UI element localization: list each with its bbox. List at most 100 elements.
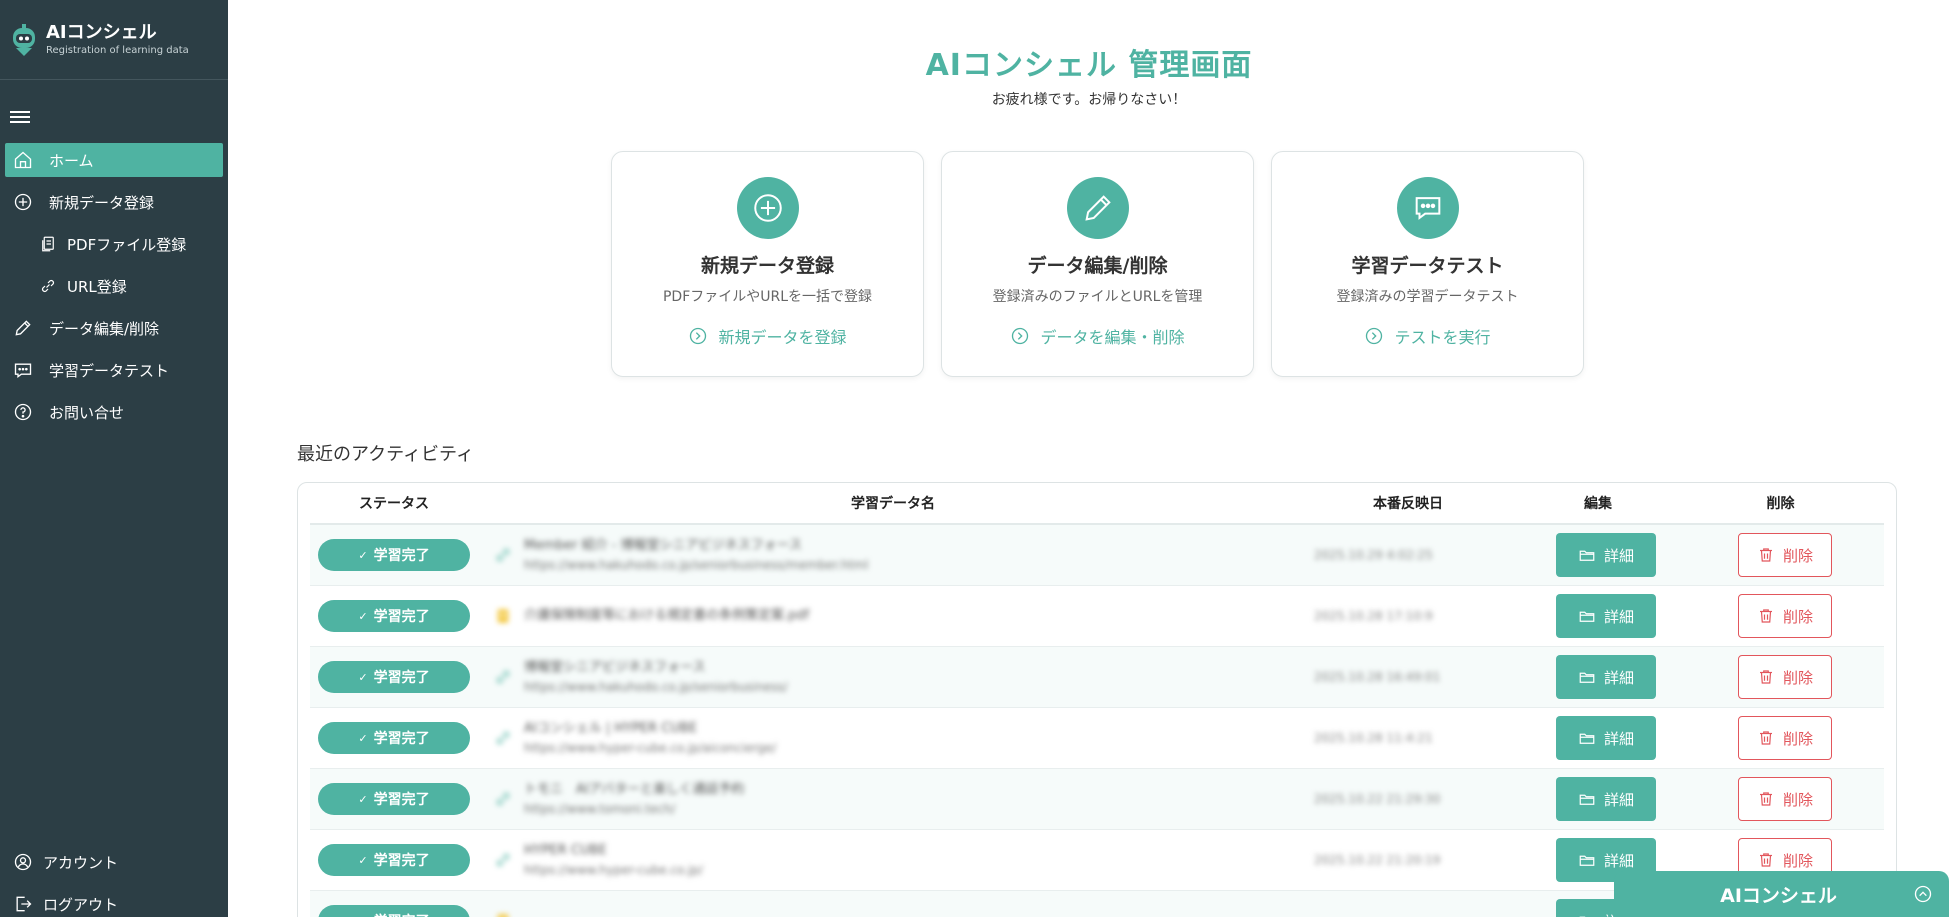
chat-widget[interactable]: AIコンシェル: [1614, 871, 1949, 917]
name-block: 博報堂シニアビジネスフォース https://www.hakuhodo.co.jp…: [524, 658, 788, 696]
table-row: ✓ 学習完了 トモニ AIアバターと楽しく通話予約 https://www.tomon…: [310, 769, 1884, 830]
delete-button-label: 削除: [1782, 607, 1813, 626]
status-badge: ✓学習完了: [318, 905, 470, 917]
status-cell: ✓ 学習完了: [310, 539, 478, 571]
column-header-edit: 編集: [1584, 496, 1612, 512]
recent-activity-title: 最近のアクティビティ: [297, 444, 474, 465]
sidebar-item-pdf-upload[interactable]: PDFファイル登録: [5, 227, 223, 261]
activity-table: ステータス 学習データ名 本番反映日 編集 削除 ✓ 学習完了 Member 紹介 …: [297, 482, 1897, 917]
data-name-text: 博報堂シニアビジネスフォース: [524, 660, 706, 675]
card-description: 登録済みの学習データテスト: [1336, 289, 1519, 305]
trash-icon: [1759, 548, 1772, 562]
folder-icon: [1579, 550, 1595, 561]
delete-button[interactable]: 削除: [1738, 533, 1832, 577]
edit-cell: 詳細: [1508, 533, 1688, 577]
folder-icon: [1579, 672, 1595, 683]
delete-button[interactable]: 削除: [1738, 777, 1832, 821]
edit-cell: 詳細: [1508, 594, 1688, 638]
detail-button-label: 詳細: [1603, 851, 1634, 870]
sidebar-item-home[interactable]: ホーム: [5, 143, 223, 177]
sidebar-item-label: データ編集/削除: [49, 319, 160, 338]
brand[interactable]: AIコンシェル Registration of learning data: [0, 0, 228, 80]
sidebar-bottom-nav: アカウント ログアウト: [0, 845, 228, 917]
status-cell: ✓ 学習完了: [310, 722, 478, 754]
sidebar-item-label: アカウント: [43, 853, 119, 872]
card-edit-delete[interactable]: データ編集/削除 登録済みのファイルとURLを管理 データを編集・削除: [941, 151, 1254, 377]
link-icon: [496, 731, 510, 745]
card-link-learning-test[interactable]: テストを実行: [1364, 324, 1491, 348]
detail-button[interactable]: 詳細: [1556, 716, 1656, 760]
card-title: データ編集/削除: [1027, 255, 1168, 277]
delete-button-label: 削除: [1782, 668, 1813, 687]
card-icon-circle: [736, 177, 799, 239]
sidebar-item-label: ログアウト: [43, 895, 119, 914]
delete-cell: 削除: [1688, 716, 1873, 760]
name-cell: AIコンシェル | HYPER CUBE https://www.hyper-cu…: [478, 719, 1308, 757]
action-cards: 新規データ登録 PDFファイルやURLを一括で登録 新規データを登録 データ編集…: [611, 151, 1584, 377]
check-icon: ✓: [358, 670, 368, 684]
sidebar-item-new-data[interactable]: 新規データ登録: [5, 185, 223, 219]
link-icon: [41, 279, 55, 293]
card-learning-test[interactable]: 学習データテスト 登録済みの学習データテスト テストを実行: [1271, 151, 1584, 377]
name-cell: Member 紹介 - 博報堂シニアビジネスフォース https://www.ha…: [478, 536, 1308, 574]
help-icon: [14, 403, 32, 421]
file-icon: [42, 236, 54, 252]
column-header-delete: 削除: [1766, 496, 1795, 512]
page-subtitle: お疲れ様です。お帰りなさい！: [991, 92, 1187, 108]
delete-button[interactable]: 削除: [1738, 716, 1832, 760]
detail-button-label: 詳細: [1603, 790, 1634, 809]
link-icon: [496, 792, 510, 806]
name-block: 介護保険制度等における規定書の条例策定案.pdf: [524, 606, 809, 626]
chevron-right-circle-icon: [1012, 327, 1029, 345]
detail-button-label: 詳細: [1603, 607, 1634, 626]
detail-button[interactable]: 詳細: [1556, 533, 1656, 577]
hamburger-menu-icon[interactable]: [10, 108, 30, 128]
chevron-right-circle-icon: [690, 327, 707, 345]
sidebar-item-account[interactable]: アカウント: [5, 845, 223, 879]
data-name-text: 介護保険制度等における規定書の条例策定案.pdf: [524, 608, 810, 623]
status-badge: ✓学習完了: [318, 722, 470, 754]
card-link-new-data[interactable]: 新規データを登録: [688, 324, 847, 348]
sidebar-item-contact[interactable]: お問い合せ: [5, 395, 223, 429]
chevron-up-circle-icon[interactable]: [1913, 884, 1933, 904]
sidebar-item-learning-test[interactable]: 学習データテスト: [5, 353, 223, 387]
edit-cell: 詳細: [1508, 655, 1688, 699]
status-cell: ✓ 学習完了: [310, 844, 478, 876]
delete-cell: 削除: [1688, 655, 1873, 699]
data-name-text: AIコンシェル | HYPER CUBE: [524, 721, 698, 736]
sidebar-item-logout[interactable]: ログアウト: [5, 887, 223, 917]
detail-button[interactable]: 詳細: [1556, 594, 1656, 638]
delete-button[interactable]: 削除: [1738, 655, 1832, 699]
detail-button-label: 詳細: [1603, 546, 1634, 565]
sidebar-item-edit-delete[interactable]: データ編集/削除: [5, 311, 223, 345]
sidebar-item-label: お問い合せ: [49, 403, 125, 422]
status-label: 学習完了: [373, 670, 430, 686]
plus-circle-icon: [14, 193, 32, 211]
card-link-label: テストを実行: [1394, 328, 1491, 347]
chevron-right-circle-icon: [1366, 327, 1383, 345]
check-icon: ✓: [358, 609, 368, 623]
table-row: ✓ 学習完了 博報堂シニアビジネスフォース https://www.hakuhodo.…: [310, 647, 1884, 708]
brand-subtitle: Registration of learning data: [46, 44, 189, 56]
status-label: 学習完了: [373, 548, 430, 564]
home-icon: [14, 151, 32, 169]
card-new-data[interactable]: 新規データ登録 PDFファイルやURLを一括で登録 新規データを登録: [611, 151, 924, 377]
robot-logo-icon: [13, 23, 35, 56]
status-badge: ✓学習完了: [318, 539, 470, 571]
status-label: 学習完了: [374, 911, 430, 917]
detail-button[interactable]: 詳細: [1556, 777, 1656, 821]
account-icon: [14, 853, 32, 871]
main-content: AIコンシェル 管理画面 お疲れ様です。お帰りなさい！ 新規データ登録 PDFフ…: [228, 0, 1950, 917]
card-link-label: データを編集・削除: [1040, 328, 1185, 347]
detail-button-label: 詳細: [1603, 729, 1634, 748]
detail-button[interactable]: 詳細: [1556, 655, 1656, 699]
data-url-text: https://www.tomoni.tech/: [524, 802, 676, 816]
pencil-icon: [1084, 195, 1111, 221]
column-header-status: ステータス: [359, 496, 429, 512]
trash-icon: [1759, 670, 1772, 684]
chat-icon: [14, 363, 32, 378]
sidebar-nav: ホーム 新規データ登録 PDFファイル登録 URL登録 データ編集/削除 学習デ…: [0, 143, 228, 437]
card-link-edit-delete[interactable]: データを編集・削除: [1010, 324, 1185, 348]
sidebar-item-url-upload[interactable]: URL登録: [5, 269, 223, 303]
delete-button[interactable]: 削除: [1738, 594, 1832, 638]
